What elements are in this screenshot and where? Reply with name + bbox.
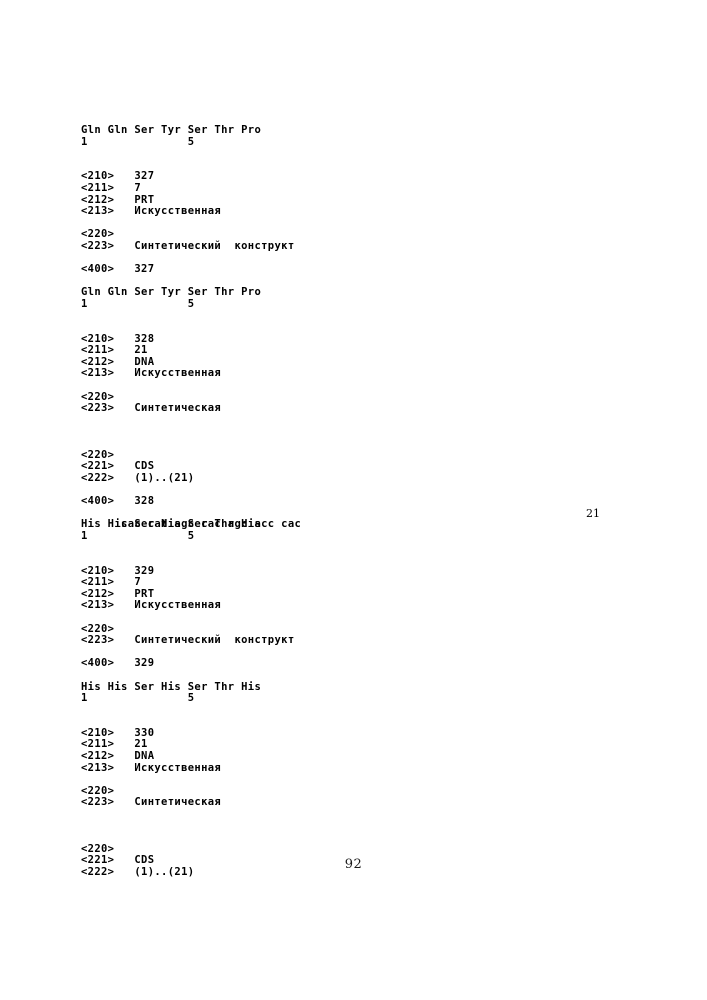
line-spacer: [81, 774, 641, 786]
field-210-sequence-id: <210> 329: [81, 564, 155, 577]
field-210-sequence-id: <210> 327: [81, 170, 155, 183]
field-211-length: <211> 7: [81, 181, 142, 194]
line-spacer: [81, 380, 641, 392]
field-211-length: <211> 21: [81, 344, 148, 357]
line-spacer: [81, 484, 641, 496]
field-211-length: <211> 21: [81, 738, 148, 751]
line-spacer: [81, 148, 641, 171]
field-400-sequence-head: <400> 328: [81, 495, 155, 508]
codon-sequence-row: cac cat agc cac agc acc cac 21: [81, 506, 641, 530]
sequence-length-marker: 21: [586, 506, 600, 520]
field-222-location: <222> (1)..(21): [81, 471, 195, 484]
field-400-sequence-head: <400> 327: [81, 263, 155, 276]
line-spacer: [81, 809, 641, 844]
field-211-length: <211> 7: [81, 576, 142, 589]
sequence-numbering: 1 5: [81, 529, 195, 542]
field-212-type: <212> DNA: [81, 750, 155, 763]
field-223-other-info: <223> Синтетическая: [81, 402, 222, 415]
field-213-organism: <213> Искусственная: [81, 761, 222, 774]
field-220-feature: <220>: [81, 842, 115, 855]
field-223-other-info: <223> Синтетический конструкт: [81, 239, 295, 252]
line-spacer: [81, 253, 641, 265]
codon-sequence: cac cat agc cac agc acc cac: [121, 518, 302, 531]
line-spacer: [81, 670, 641, 682]
line-spacer: [81, 218, 641, 230]
field-223-other-info: <223> Синтетический конструкт: [81, 634, 295, 647]
field-213-organism: <213> Искусственная: [81, 599, 222, 612]
line-spacer: [81, 647, 641, 659]
field-223-other-info: <223> Синтетическая: [81, 796, 222, 809]
page-number: 92: [344, 857, 363, 872]
sequence-numbering: 1 5: [81, 297, 195, 310]
field-213-organism: <213> Искусственная: [81, 205, 222, 218]
line-spacer: [81, 311, 641, 334]
sequence-listing-body: Gln Gln Ser Tyr Ser Thr Pro 1 5 <210> 32…: [81, 124, 641, 879]
line-spacer: [81, 705, 641, 728]
line-spacer: [81, 415, 641, 450]
sequence-numbering: 1 5: [81, 135, 195, 148]
field-210-sequence-id: <210> 330: [81, 726, 155, 739]
line-spacer: [81, 612, 641, 624]
field-213-organism: <213> Искусственная: [81, 367, 222, 380]
field-220-feature: <220>: [81, 448, 115, 461]
sequence-residues: Gln Gln Ser Tyr Ser Thr Pro: [81, 124, 262, 136]
sequence-numbering: 1 5: [81, 692, 195, 705]
field-210-sequence-id: <210> 328: [81, 332, 155, 345]
document-page: Gln Gln Ser Tyr Ser Thr Pro 1 5 <210> 32…: [0, 0, 707, 1000]
field-400-sequence-head: <400> 329: [81, 657, 155, 670]
line-spacer: [81, 542, 641, 565]
